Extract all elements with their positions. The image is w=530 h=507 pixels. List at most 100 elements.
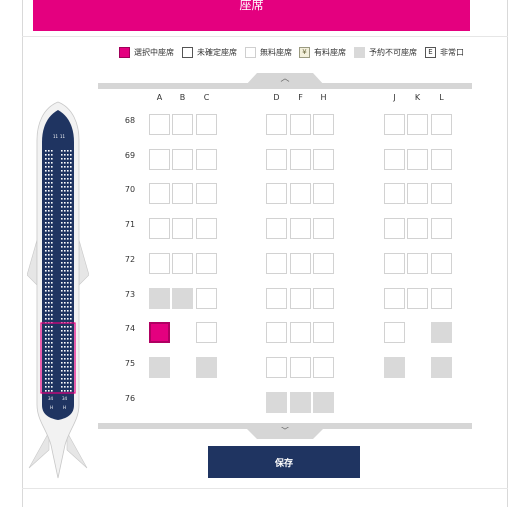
seat-68H[interactable] (313, 114, 334, 135)
cabin-seat-dot (45, 302, 47, 304)
seat-69F[interactable] (290, 149, 311, 170)
seat-70H[interactable] (313, 183, 334, 204)
cabin-seat-dot (70, 302, 72, 304)
seat-74F[interactable] (290, 322, 311, 343)
seat-75H[interactable] (313, 357, 334, 378)
seat-68K[interactable] (407, 114, 428, 135)
seat-72H[interactable] (313, 253, 334, 274)
seat-69B[interactable] (172, 149, 193, 170)
cabin-seat-dot (61, 238, 63, 240)
seat-71B[interactable] (172, 218, 193, 239)
cabin-seat-dot (48, 310, 50, 312)
seat-71F[interactable] (290, 218, 311, 239)
seat-70F[interactable] (290, 183, 311, 204)
cabin-seat-dot (45, 386, 47, 388)
seat-71A[interactable] (149, 218, 170, 239)
seat-72K[interactable] (407, 253, 428, 274)
cabin-seat-dot (64, 306, 66, 308)
seat-68A[interactable] (149, 114, 170, 135)
seat-69J[interactable] (384, 149, 405, 170)
seat-74C[interactable] (196, 322, 217, 343)
column-label-j: J (393, 93, 396, 102)
seat-74A[interactable] (149, 322, 170, 343)
cabin-seat-dot (64, 238, 66, 240)
seat-71L[interactable] (431, 218, 452, 239)
seat-68D[interactable] (266, 114, 287, 135)
seat-73H[interactable] (313, 288, 334, 309)
cabin-seat-dot (51, 378, 53, 380)
cabin-seat-dot (48, 258, 50, 260)
seat-73C[interactable] (196, 288, 217, 309)
cabin-seat-dot (45, 202, 47, 204)
seat-68B[interactable] (172, 114, 193, 135)
seat-73L[interactable] (431, 288, 452, 309)
cabin-seat-dot (45, 358, 47, 360)
row-label-74: 74 (124, 324, 136, 333)
seat-68L[interactable] (431, 114, 452, 135)
seat-73F[interactable] (290, 288, 311, 309)
seat-72J[interactable] (384, 253, 405, 274)
seat-70B[interactable] (172, 183, 193, 204)
seat-71J[interactable] (384, 218, 405, 239)
seat-71H[interactable] (313, 218, 334, 239)
cabin-seat-dot (48, 286, 50, 288)
seat-73J[interactable] (384, 288, 405, 309)
seat-76H (313, 392, 334, 413)
seat-75F[interactable] (290, 357, 311, 378)
seat-71C[interactable] (196, 218, 217, 239)
seat-69L[interactable] (431, 149, 452, 170)
cabin-seat-dot (48, 210, 50, 212)
seat-68J[interactable] (384, 114, 405, 135)
seat-70J[interactable] (384, 183, 405, 204)
seat-69A[interactable] (149, 149, 170, 170)
seat-70A[interactable] (149, 183, 170, 204)
seat-72B[interactable] (172, 253, 193, 274)
selected-seat-swatch (119, 46, 130, 58)
seat-69K[interactable] (407, 149, 428, 170)
seat-71K[interactable] (407, 218, 428, 239)
cabin-seat-dot (70, 254, 72, 256)
seat-69D[interactable] (266, 149, 287, 170)
row-label-76: 76 (124, 394, 136, 403)
seat-73D[interactable] (266, 288, 287, 309)
seat-71D[interactable] (266, 218, 287, 239)
cabin-seat-dot (48, 302, 50, 304)
cabin-seat-dot (51, 318, 53, 320)
seat-70C[interactable] (196, 183, 217, 204)
seat-68C[interactable] (196, 114, 217, 135)
scroll-up-button[interactable]: ︿ (245, 73, 325, 86)
seat-74H[interactable] (313, 322, 334, 343)
scroll-down-button[interactable]: ﹀ (245, 427, 325, 439)
cabin-seat-dot (64, 346, 66, 348)
cabin-seat-dot (51, 254, 53, 256)
seat-73K[interactable] (407, 288, 428, 309)
seat-74J[interactable] (384, 322, 405, 343)
seat-72D[interactable] (266, 253, 287, 274)
seat-72A[interactable] (149, 253, 170, 274)
cabin-seat-dot (51, 154, 53, 156)
seat-72L[interactable] (431, 253, 452, 274)
cabin-seat-dot (67, 282, 69, 284)
cabin-seat-dot (51, 382, 53, 384)
save-button[interactable]: 保存 (208, 446, 360, 478)
seat-70L[interactable] (431, 183, 452, 204)
seat-69C[interactable] (196, 149, 217, 170)
seat-74D[interactable] (266, 322, 287, 343)
seat-75D[interactable] (266, 357, 287, 378)
seat-72C[interactable] (196, 253, 217, 274)
seat-fee-icon: ¥ (299, 46, 310, 58)
cabin-seat-dot (48, 202, 50, 204)
cabin-seat-dot (70, 266, 72, 268)
seat-70D[interactable] (266, 183, 287, 204)
cabin-seat-dot (45, 350, 47, 352)
cabin-seat-dot (67, 298, 69, 300)
aircraft-overview-map[interactable]: 11 11 34 34 H H (27, 100, 89, 480)
seat-69H[interactable] (313, 149, 334, 170)
cabin-seat-dot (45, 218, 47, 220)
seat-68F[interactable] (290, 114, 311, 135)
seat-70K[interactable] (407, 183, 428, 204)
seat-73B (172, 288, 193, 309)
cabin-seat-dot (48, 318, 50, 320)
seat-72F[interactable] (290, 253, 311, 274)
cabin-label: 11 (60, 134, 66, 139)
